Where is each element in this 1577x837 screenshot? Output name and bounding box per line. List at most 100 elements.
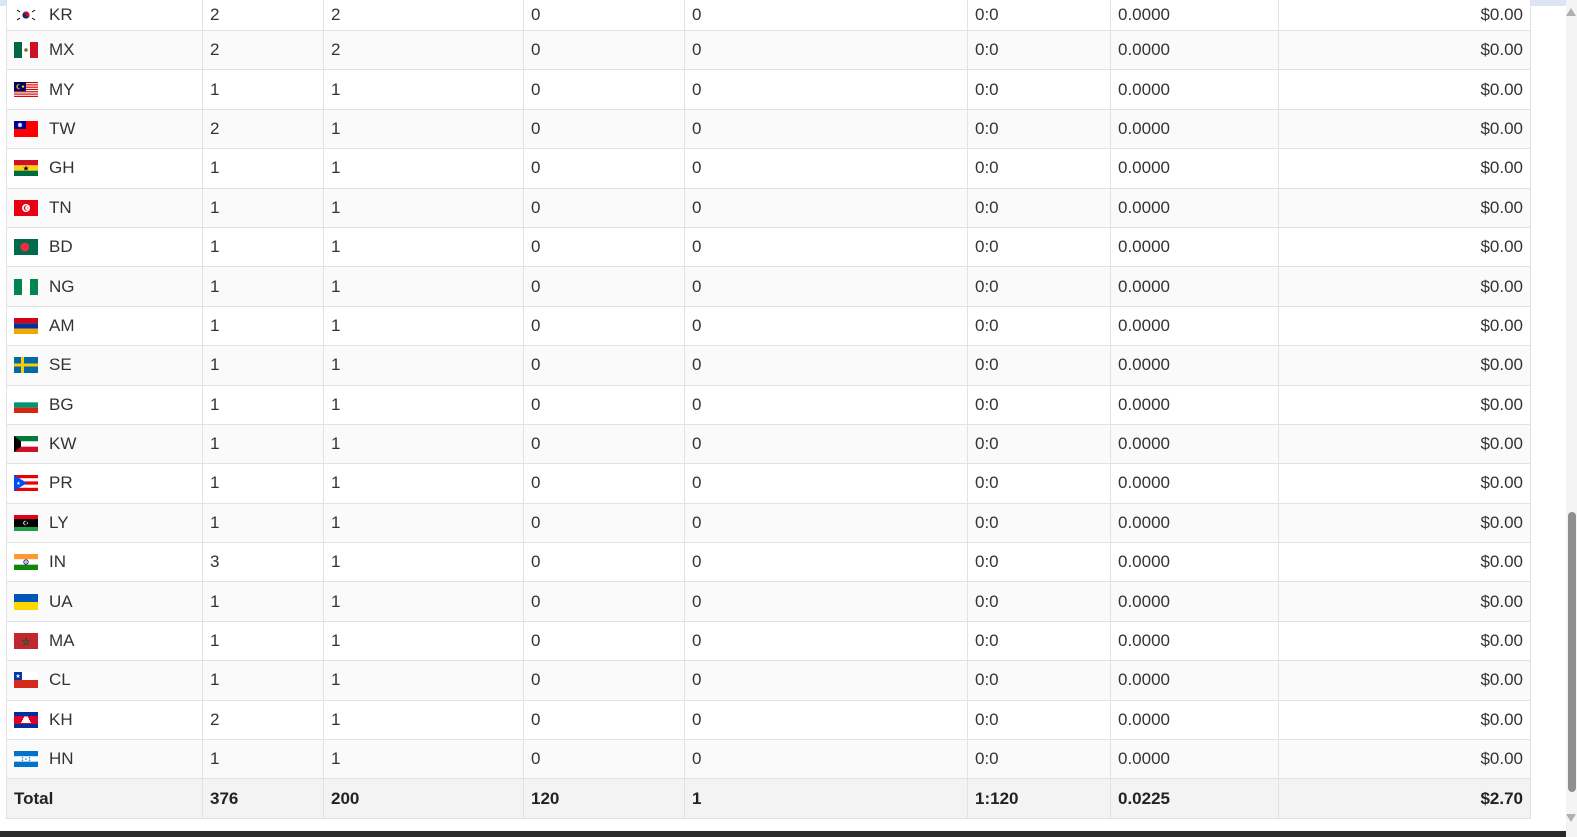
scroll-up-arrow-icon[interactable] (1566, 8, 1576, 16)
cell-col3: 0 (523, 700, 685, 741)
cell-col2: 1 (323, 109, 524, 150)
cell-amount: $0.00 (1278, 621, 1531, 662)
cell-rate: 0.0000 (1110, 503, 1279, 544)
table-row: KW 1 1 0 0 0:0 0.0000 $0.00 (6, 424, 1531, 465)
cell-col1: 2 (202, 30, 324, 71)
cell-col3: 0 (523, 503, 685, 544)
cell-col1: 1 (202, 503, 324, 544)
country-cell: SE (6, 345, 203, 386)
country-label: KH (14, 710, 195, 730)
country-code: SE (49, 355, 72, 375)
scroll-down-arrow-icon[interactable] (1566, 814, 1576, 822)
country-code: GH (49, 158, 75, 178)
cell-col1: 1 (202, 660, 324, 701)
in-flag-icon (14, 554, 38, 571)
cell-amount: $0.00 (1278, 581, 1531, 622)
cell-rate: 0.0000 (1110, 148, 1279, 189)
cell-col3: 0 (523, 306, 685, 347)
country-cell: HN (6, 739, 203, 780)
cell-rate: 0.0000 (1110, 227, 1279, 268)
cell-col4: 0 (684, 345, 968, 386)
table-row: MA 1 1 0 0 0:0 0.0000 $0.00 (6, 621, 1531, 662)
total-rate: 0.0225 (1110, 778, 1279, 820)
cell-rate: 0.0000 (1110, 109, 1279, 150)
cell-ratio: 0:0 (967, 424, 1111, 465)
cell-col2: 1 (323, 739, 524, 780)
table-row: TN 1 1 0 0 0:0 0.0000 $0.00 (6, 188, 1531, 228)
cell-amount: $0.00 (1278, 542, 1531, 583)
cell-col4: 0 (684, 424, 968, 465)
cell-ratio: 0:0 (967, 345, 1111, 386)
country-code: NG (49, 276, 75, 296)
scrollbar-thumb[interactable] (1568, 512, 1576, 792)
cell-amount: $0.00 (1278, 700, 1531, 741)
cell-col3: 0 (523, 188, 685, 228)
country-cell: KW (6, 424, 203, 465)
country-cell: GH (6, 148, 203, 189)
ly-flag-icon (14, 514, 38, 531)
bg-flag-icon (14, 396, 38, 413)
cell-col1: 1 (202, 306, 324, 347)
cell-col1: 1 (202, 148, 324, 189)
cell-col3: 0 (523, 148, 685, 189)
cell-col2: 1 (323, 503, 524, 544)
cell-col3: 0 (523, 69, 685, 110)
country-code: MY (49, 79, 75, 99)
country-label: TN (14, 198, 195, 218)
country-code: BD (49, 237, 73, 257)
cell-rate: 0.0000 (1110, 345, 1279, 386)
country-cell: UA (6, 581, 203, 622)
cell-col1: 1 (202, 188, 324, 228)
cell-ratio: 0:0 (967, 69, 1111, 110)
table-row: TW 2 1 0 0 0:0 0.0000 $0.00 (6, 109, 1531, 150)
table-row: MY 1 1 0 0 0:0 0.0000 $0.00 (6, 69, 1531, 110)
cell-col3: 0 (523, 463, 685, 504)
pr-flag-icon (14, 475, 38, 492)
kw-flag-icon (14, 436, 38, 453)
cell-col4: 0 (684, 700, 968, 741)
country-label: MY (14, 80, 195, 100)
cell-col1: 2 (202, 700, 324, 741)
cell-col1: 2 (202, 0, 324, 31)
table-row: PR 1 1 0 0 0:0 0.0000 $0.00 (6, 463, 1531, 504)
cell-col1: 2 (202, 109, 324, 150)
country-code: KH (49, 709, 73, 729)
cell-col2: 1 (323, 69, 524, 110)
hn-flag-icon (14, 751, 38, 768)
my-flag-icon (14, 81, 38, 98)
country-code: BG (49, 394, 74, 414)
country-stats-table-container: KR 2 2 0 0 0:0 0.0000 $0.00 MX 2 2 0 0 0:0 0.0000 $0.00… (6, 0, 1531, 820)
country-label: HN (14, 749, 195, 769)
cell-col1: 1 (202, 424, 324, 465)
cell-rate: 0.0000 (1110, 621, 1279, 662)
country-label: NG (14, 277, 195, 297)
vertical-scrollbar[interactable] (1566, 0, 1577, 837)
cell-rate: 0.0000 (1110, 424, 1279, 465)
cell-col2: 1 (323, 266, 524, 307)
country-label: LY (14, 513, 195, 533)
cell-col4: 0 (684, 463, 968, 504)
table-row: GH 1 1 0 0 0:0 0.0000 $0.00 (6, 148, 1531, 189)
cell-rate: 0.0000 (1110, 30, 1279, 71)
country-cell: IN (6, 542, 203, 583)
tw-flag-icon (14, 120, 38, 137)
cell-rate: 0.0000 (1110, 188, 1279, 228)
cell-ratio: 0:0 (967, 581, 1111, 622)
country-code: TN (49, 197, 72, 217)
cell-rate: 0.0000 (1110, 700, 1279, 741)
cell-amount: $0.00 (1278, 30, 1531, 71)
country-label: MX (14, 40, 195, 60)
cell-ratio: 0:0 (967, 109, 1111, 150)
cell-amount: $0.00 (1278, 227, 1531, 268)
cell-ratio: 0:0 (967, 227, 1111, 268)
ma-flag-icon (14, 633, 38, 650)
cell-col1: 1 (202, 345, 324, 386)
country-cell: AM (6, 306, 203, 347)
cell-amount: $0.00 (1278, 148, 1531, 189)
cell-col2: 1 (323, 227, 524, 268)
country-cell: CL (6, 660, 203, 701)
country-cell: LY (6, 503, 203, 544)
bd-flag-icon (14, 239, 38, 256)
country-cell: TW (6, 109, 203, 150)
country-code: TW (49, 118, 76, 138)
